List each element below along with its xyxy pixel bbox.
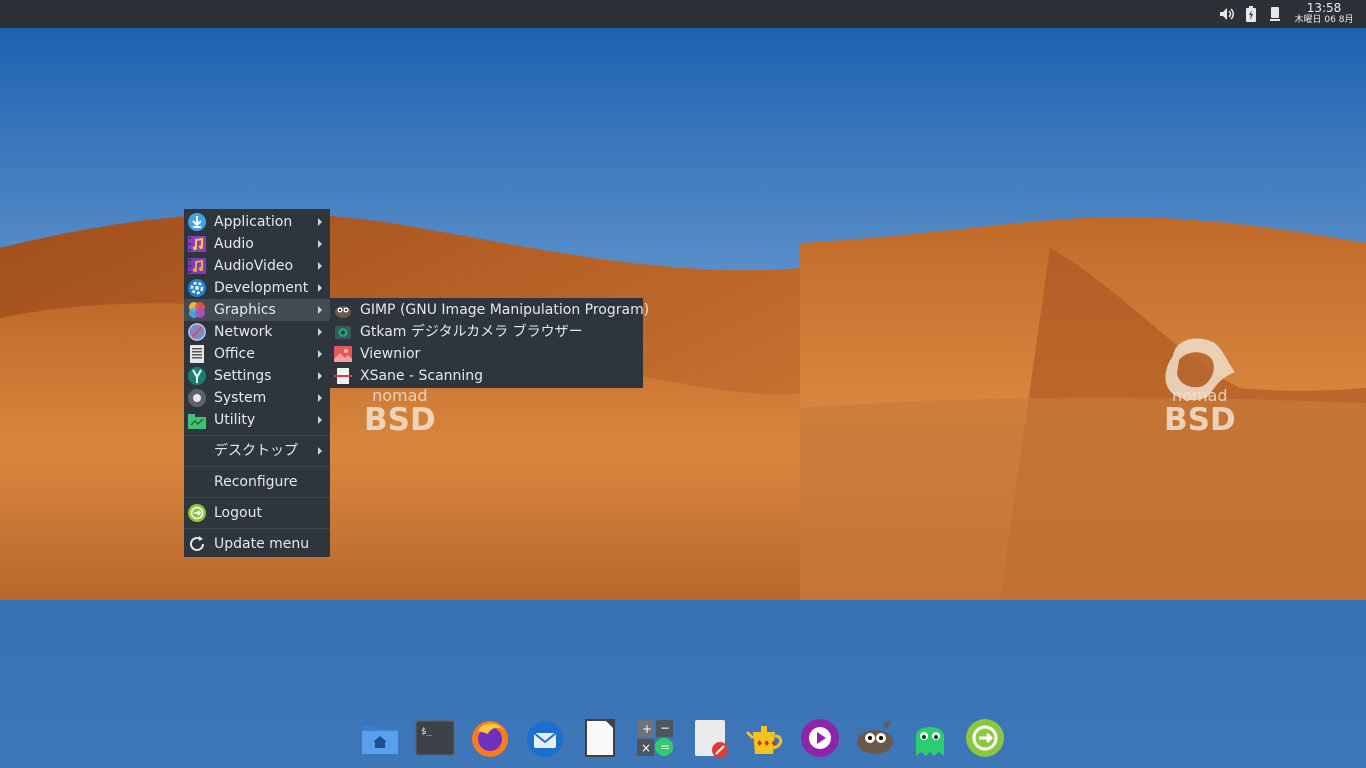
svg-text:♦♦♦: ♦♦♦ [756, 739, 778, 748]
clock[interactable]: 13:58 木曜日 06 8月 [1292, 0, 1356, 28]
graphics-submenu: GIMP (GNU Image Manipulation Program) Gt… [330, 298, 649, 388]
svg-text:−: − [660, 721, 670, 735]
submenu-arrow-icon [318, 394, 322, 402]
volume-icon[interactable] [1218, 5, 1236, 23]
battery-icon[interactable] [1242, 5, 1260, 23]
submenu-arrow-icon [318, 372, 322, 380]
submenu-arrow-icon [318, 447, 322, 455]
menu-item-label: Update menu [214, 536, 310, 552]
submenu-arrow-icon [318, 416, 322, 424]
menu-item-audiovideo[interactable]: AudioVideo [184, 255, 330, 277]
menu-item-label: Logout [214, 505, 262, 521]
menu-item-label: System [214, 390, 267, 406]
image-viewer-icon [334, 345, 352, 363]
menu-item-desktop[interactable]: デスクトップ [184, 436, 330, 466]
submenu-item-viewnior[interactable]: Viewnior [330, 343, 643, 365]
gimp-icon[interactable] [853, 716, 897, 760]
svg-text:$_: $_ [421, 727, 432, 737]
menu-item-label: Reconfigure [214, 474, 298, 490]
scanner-icon [334, 367, 352, 385]
audio-icon [188, 235, 206, 253]
menu-item-network[interactable]: Network [184, 321, 330, 343]
menu-item-label: Audio [214, 236, 254, 252]
menu-item-settings[interactable]: Settings [184, 365, 330, 387]
menu-item-office[interactable]: Office [184, 343, 330, 365]
logo-line2: BSD [1164, 402, 1236, 438]
top-panel: 13:58 木曜日 06 8月 [0, 0, 1366, 28]
menu-item-system[interactable]: System [184, 387, 330, 409]
submenu-item-gimp[interactable]: GIMP (GNU Image Manipulation Program) [330, 299, 649, 321]
refresh-icon [188, 535, 206, 553]
menu-item-label: Settings [214, 368, 272, 384]
submenu-item-gtkam[interactable]: Gtkam デジタルカメラ ブラウザー [330, 321, 643, 343]
camera-icon [334, 323, 352, 341]
system-tray [1218, 0, 1284, 28]
thunderbird-icon[interactable] [523, 716, 567, 760]
document-icon [188, 345, 206, 363]
menu-item-label: Gtkam デジタルカメラ ブラウザー [360, 324, 583, 340]
menu-item-graphics[interactable]: Graphics [184, 299, 330, 321]
menu-item-label: Graphics [214, 302, 276, 318]
submenu-arrow-icon [318, 306, 322, 314]
home-folder-icon[interactable] [358, 716, 402, 760]
terminal-icon[interactable]: $_ [413, 716, 457, 760]
submenu-arrow-icon [318, 262, 322, 270]
menu-item-reconfigure[interactable]: Reconfigure [184, 467, 330, 497]
submenu-arrow-icon [318, 284, 322, 292]
gear-icon [188, 279, 206, 297]
firefox-icon[interactable] [468, 716, 512, 760]
menu-item-update-menu[interactable]: Update menu [184, 529, 330, 559]
menu-item-utility[interactable]: Utility [184, 409, 330, 431]
logo-line2: BSD [364, 402, 436, 438]
menu-item-label: XSane - Scanning [360, 368, 484, 384]
logout-icon[interactable] [963, 716, 1007, 760]
menu-item-label: Viewnior [360, 346, 421, 362]
globe-icon [188, 323, 206, 341]
root-menu: Application Audio AudioVideo Development… [184, 209, 330, 557]
download-icon [188, 213, 206, 231]
text-document-icon[interactable] [578, 716, 622, 760]
menu-item-application[interactable]: Application [184, 211, 330, 233]
ghost-icon[interactable] [908, 716, 952, 760]
menu-item-logout[interactable]: Logout [184, 498, 330, 528]
menu-item-label: GIMP (GNU Image Manipulation Program) [360, 302, 650, 318]
menu-item-development[interactable]: Development [184, 277, 330, 299]
calculator-icon[interactable]: + − × = [633, 716, 677, 760]
menu-item-label: Utility [214, 412, 256, 428]
system-icon [188, 389, 206, 407]
removable-drive-icon[interactable] [1266, 5, 1284, 23]
audiovideo-icon [188, 257, 206, 275]
settings-icon [188, 367, 206, 385]
text-editor-icon[interactable] [688, 716, 732, 760]
clock-date: 木曜日 06 8月 [1294, 15, 1354, 25]
svg-text:+: + [642, 722, 652, 736]
menu-item-label: Development [214, 280, 309, 296]
graphics-icon [188, 301, 206, 319]
submenu-arrow-icon [318, 328, 322, 336]
svg-text:=: = [660, 740, 670, 754]
submenu-arrow-icon [318, 240, 322, 248]
teapot-icon[interactable]: ♦♦♦ [743, 716, 787, 760]
menu-item-label: AudioVideo [214, 258, 294, 274]
clock-time: 13:58 [1306, 1, 1342, 15]
logout-icon [188, 504, 206, 522]
submenu-arrow-icon [318, 218, 322, 226]
menu-item-label: Office [214, 346, 255, 362]
submenu-arrow-icon [318, 350, 322, 358]
media-player-icon[interactable] [798, 716, 842, 760]
utility-icon [188, 411, 206, 429]
dock: $_ + − × = ♦♦♦ [352, 714, 1017, 762]
nomadbsd-logo-left: nomad BSD [364, 388, 436, 438]
gimp-icon [334, 301, 352, 319]
menu-item-label: Application [214, 214, 293, 230]
svg-text:×: × [641, 741, 651, 755]
submenu-item-xsane[interactable]: XSane - Scanning [330, 365, 643, 387]
menu-item-audio[interactable]: Audio [184, 233, 330, 255]
menu-item-label: Network [214, 324, 273, 340]
nomadbsd-logo-right: nomad BSD [1164, 388, 1236, 438]
menu-item-label: デスクトップ [214, 443, 298, 459]
